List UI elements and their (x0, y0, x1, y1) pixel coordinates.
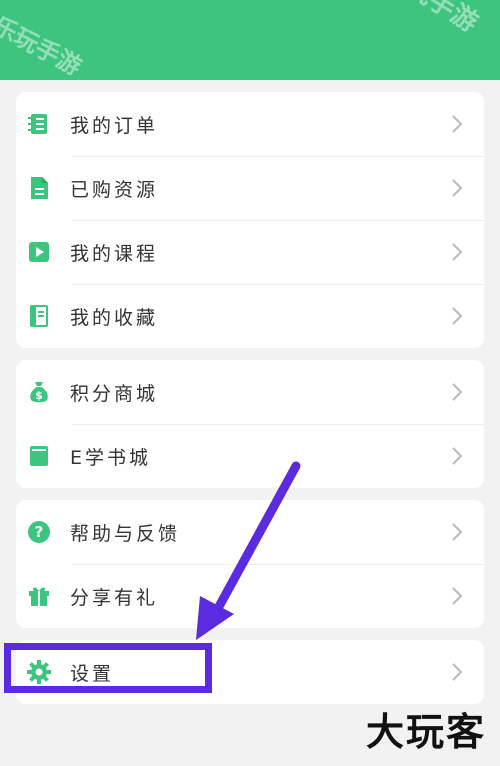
svg-text:?: ? (35, 523, 44, 541)
menu-item-my-courses[interactable]: 我的课程 (16, 220, 484, 284)
play-video-icon (29, 242, 49, 262)
brand-watermark: 大玩客 (365, 709, 486, 754)
menu-card-help: ? 帮助与反馈 分享有礼 (16, 500, 484, 628)
chevron-right-icon (452, 115, 463, 133)
menu-item-my-favorites[interactable]: 我的收藏 (16, 284, 484, 348)
menu-card-store: $ 积分商城 E学书城 (16, 360, 484, 488)
menu-item-label: 积分商城 (70, 382, 159, 405)
menu-item-e-bookstore[interactable]: E学书城 (16, 424, 484, 488)
money-bag-icon: $ (30, 382, 48, 403)
bookmark-book-icon (30, 305, 48, 327)
menu-item-share-gift[interactable]: 分享有礼 (16, 564, 484, 628)
menu-item-label: 帮助与反馈 (70, 522, 181, 545)
book-icon (30, 446, 48, 466)
chevron-right-icon (452, 523, 463, 541)
chevron-right-icon (452, 587, 463, 605)
header-bar: 乐玩手游 乐玩手游 (0, 0, 500, 82)
menu-item-purchased-resources[interactable]: 已购资源 (16, 156, 484, 220)
chevron-right-icon (452, 663, 463, 681)
chevron-right-icon (452, 243, 463, 261)
chevron-right-icon (452, 307, 463, 325)
chevron-right-icon (452, 447, 463, 465)
gift-icon (29, 587, 49, 606)
menu-card-orders: 我的订单 已购资源 我的课程 我的收藏 (16, 92, 484, 348)
watermark-top: 乐玩手游 (378, 0, 486, 39)
menu-item-label: 我的课程 (70, 242, 159, 265)
menu-item-label: 我的收藏 (70, 306, 159, 329)
menu-item-label: 分享有礼 (70, 586, 159, 609)
order-list-icon (28, 114, 47, 134)
menu-item-label: 已购资源 (70, 178, 159, 201)
menu-item-my-orders[interactable]: 我的订单 (16, 92, 484, 156)
menu-item-label: E学书城 (70, 446, 152, 469)
watermark-left: 乐玩手游 (0, 11, 86, 82)
settings-highlight-box (4, 643, 212, 693)
menu-item-points-mall[interactable]: $ 积分商城 (16, 360, 484, 424)
menu-item-help-feedback[interactable]: ? 帮助与反馈 (16, 500, 484, 564)
chevron-right-icon (452, 383, 463, 401)
document-icon (31, 177, 48, 199)
help-question-icon: ? (28, 521, 50, 543)
chevron-right-icon (452, 179, 463, 197)
menu-item-label: 我的订单 (70, 114, 159, 137)
svg-text:$: $ (35, 389, 43, 402)
